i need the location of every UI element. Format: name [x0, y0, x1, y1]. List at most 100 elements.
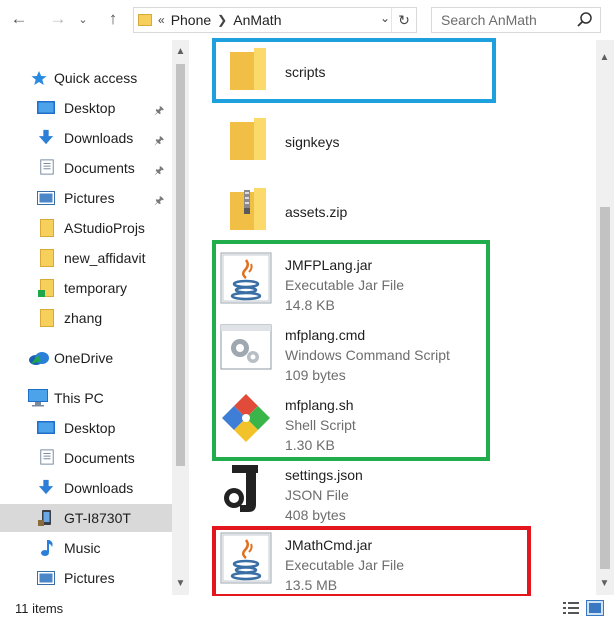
sidebar-item-astudioprojs[interactable]: AStudioProjs	[0, 214, 172, 242]
sidebar-item-pictures[interactable]: Pictures 🖈	[0, 184, 172, 212]
sidebar-item-label: Documents	[64, 450, 135, 466]
file-size: 408 bytes	[285, 507, 346, 523]
file-size: 1.30 KB	[285, 437, 335, 453]
scroll-up-icon[interactable]: ▲	[172, 46, 189, 57]
file-type: Windows Command Script	[285, 347, 450, 363]
scroll-down-icon[interactable]: ▼	[596, 578, 613, 589]
scroll-up-icon[interactable]: ▲	[596, 52, 613, 63]
desktop-icon	[37, 101, 55, 114]
folder-icon	[40, 309, 54, 327]
file-type: Executable Jar File	[285, 557, 405, 573]
refresh-icon[interactable]: ↻	[391, 8, 416, 32]
file-name: assets.zip	[285, 204, 348, 220]
sidebar-item-label: Desktop	[64, 420, 116, 436]
file-name: scripts	[285, 64, 326, 80]
sidebar-item-gt-i8730t[interactable]: GT-I8730T	[0, 504, 172, 532]
sidebar-item-new-affidavit[interactable]: new_affidavit	[0, 244, 172, 272]
sidebar-item-label: Quick access	[54, 70, 138, 86]
navigation-bar: ← → ⌄ ↑ « Phone ❯ AnMath ⌄ ↻ Search AnMa…	[0, 0, 614, 40]
details-view-icon[interactable]	[562, 600, 580, 616]
list-item-jmathcmd-jar[interactable]: JMathCmd.jar Executable Jar File 13.5 MB	[220, 530, 600, 600]
sidebar-item-pc-downloads[interactable]: Downloads	[0, 474, 172, 502]
file-name: signkeys	[285, 134, 340, 150]
large-icons-view-icon[interactable]	[586, 600, 604, 616]
scrollbar-thumb[interactable]	[176, 64, 185, 466]
folder-icon	[230, 48, 266, 90]
pin-icon[interactable]: 🖈	[154, 192, 164, 207]
json-icon	[224, 465, 258, 512]
address-bar[interactable]: « Phone ❯ AnMath ⌄ ↻	[133, 7, 417, 33]
pin-icon[interactable]: 🖈	[154, 102, 164, 117]
list-item-mfplang-cmd[interactable]: mfplang.cmd Windows Command Script 109 b…	[220, 320, 600, 390]
document-icon	[40, 449, 54, 465]
desktop-icon	[37, 421, 55, 434]
sidebar-item-label: GT-I8730T	[64, 510, 131, 526]
sidebar-item-onedrive[interactable]: OneDrive	[0, 344, 172, 372]
folder-icon	[40, 219, 54, 237]
recent-locations-chevron-icon[interactable]: ⌄	[76, 8, 90, 30]
search-icon[interactable]	[576, 11, 594, 29]
sidebar-item-pc-pictures[interactable]: Pictures	[0, 564, 172, 592]
navigation-pane-scrollbar[interactable]: ▲ ▼	[172, 40, 189, 595]
sidebar-item-music[interactable]: Music	[0, 534, 172, 562]
sidebar-item-temporary[interactable]: temporary	[0, 274, 172, 302]
pin-icon[interactable]: 🖈	[154, 132, 164, 147]
document-icon	[40, 159, 54, 175]
breadcrumb-phone[interactable]: Phone	[171, 12, 211, 28]
list-item-jmfplang-jar[interactable]: JMFPLang.jar Executable Jar File 14.8 KB	[220, 250, 600, 320]
scrollbar-thumb[interactable]	[600, 207, 610, 569]
sidebar-item-label: Downloads	[64, 130, 134, 146]
sidebar-item-label: OneDrive	[54, 350, 114, 366]
cloud-icon	[29, 352, 49, 365]
address-dropdown-icon[interactable]: ⌄	[380, 11, 390, 25]
up-arrow-icon[interactable]: ↑	[102, 8, 124, 30]
pin-icon[interactable]: 🖈	[154, 162, 164, 177]
file-name: JMFPLang.jar	[285, 257, 373, 273]
file-size: 109 bytes	[285, 367, 346, 383]
cmd-script-icon	[220, 324, 272, 370]
java-icon	[220, 252, 272, 304]
file-name: mfplang.cmd	[285, 327, 366, 343]
sidebar-item-documents[interactable]: Documents 🖈	[0, 154, 172, 182]
sidebar-item-label: zhang	[64, 310, 103, 326]
file-name: mfplang.sh	[285, 397, 354, 413]
list-item-mfplang-sh[interactable]: mfplang.sh Shell Script 1.30 KB	[220, 390, 600, 460]
item-count: 11 items	[15, 601, 64, 616]
sidebar-item-pc-documents[interactable]: Documents	[0, 444, 172, 472]
back-arrow-icon[interactable]: ←	[8, 8, 30, 30]
sidebar-item-this-pc[interactable]: This PC	[0, 384, 172, 412]
sidebar-item-label: Desktop	[64, 100, 116, 116]
scroll-down-icon[interactable]: ▼	[172, 578, 189, 589]
forward-arrow-icon[interactable]: →	[47, 8, 69, 30]
sidebar-item-pc-desktop[interactable]: Desktop	[0, 414, 172, 442]
git-shell-icon	[222, 394, 270, 442]
file-size: 14.8 KB	[285, 297, 335, 313]
computer-icon	[28, 389, 48, 407]
sidebar-item-label: Downloads	[64, 480, 134, 496]
sidebar-item-zhang[interactable]: zhang	[0, 304, 172, 332]
address-overflow[interactable]: «	[158, 13, 165, 27]
folder-icon	[230, 118, 266, 160]
pictures-icon	[37, 191, 55, 205]
file-size: 13.5 MB	[285, 577, 338, 593]
pictures-icon	[37, 571, 55, 585]
file-name: JMathCmd.jar	[285, 537, 373, 553]
file-type: JSON File	[285, 487, 349, 503]
folder-icon	[40, 249, 54, 267]
sidebar-item-quick-access[interactable]: Quick access	[0, 64, 172, 92]
search-box[interactable]: Search AnMath	[431, 7, 601, 33]
file-type: Executable Jar File	[285, 277, 405, 293]
list-item-signkeys[interactable]: signkeys	[220, 110, 600, 180]
file-list-scrollbar[interactable]: ▲ ▼	[596, 40, 614, 595]
list-item-settings-json[interactable]: settings.json JSON File 408 bytes	[220, 460, 600, 530]
sidebar-item-desktop[interactable]: Desktop 🖈	[0, 94, 172, 122]
java-icon	[220, 532, 272, 584]
list-item-assets-zip[interactable]: assets.zip	[220, 180, 600, 250]
breadcrumb-anmath[interactable]: AnMath	[233, 12, 281, 28]
list-item-scripts[interactable]: scripts	[220, 40, 600, 110]
star-icon	[31, 71, 47, 85]
sidebar-item-downloads[interactable]: Downloads 🖈	[0, 124, 172, 152]
download-arrow-icon	[38, 129, 54, 145]
sidebar-item-label: temporary	[64, 280, 128, 296]
sidebar-item-label: Pictures	[64, 190, 115, 206]
